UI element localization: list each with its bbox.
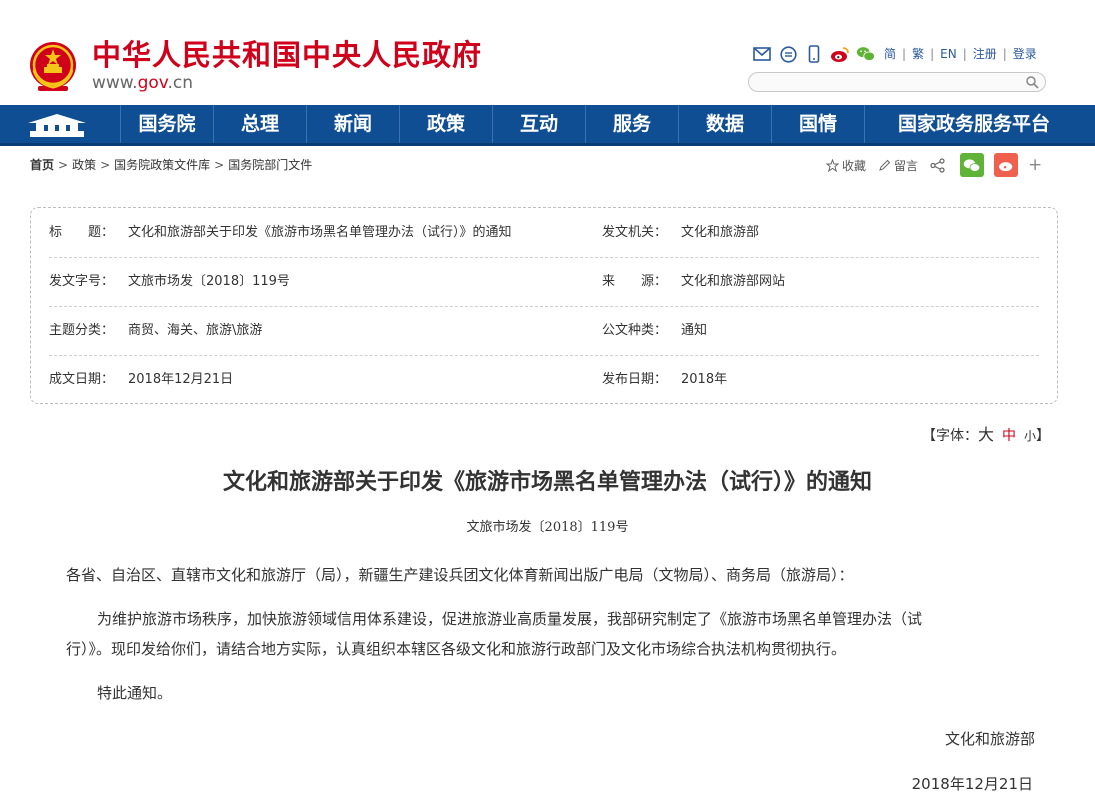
link-separator: |: [962, 47, 967, 61]
top-links: 简 | 繁 | EN | 注册 | 登录: [884, 46, 1037, 62]
nav-item-national-info[interactable]: 国情: [771, 105, 864, 143]
weibo-icon: [998, 162, 1012, 172]
search-input[interactable]: [759, 74, 1023, 94]
article-closing: 特此通知。: [97, 684, 173, 702]
font-size-medium[interactable]: 中: [1002, 428, 1016, 444]
main-nav: 国务院 总理 新闻 政策 互动 服务 数据 国情 国家政务服务平台: [0, 105, 1095, 146]
title-value: 文化和旅游部关于印发《旅游市场黑名单管理办法（试行）》的通知: [128, 225, 512, 240]
docno-label: 发文字号：: [49, 274, 115, 289]
site-url[interactable]: www.gov.cn: [92, 73, 193, 93]
breadcrumb-policy[interactable]: 政策: [72, 158, 96, 172]
breadcrumb-department-docs[interactable]: 国务院部门文件: [228, 158, 312, 172]
message-icon[interactable]: [778, 45, 798, 63]
nav-item-news[interactable]: 新闻: [306, 105, 399, 143]
article-doc-number: 文旅市场发〔2018〕119号: [466, 520, 629, 535]
site-url-domain: gov: [137, 73, 168, 93]
share-bar: 收藏 留言 +: [826, 152, 1042, 178]
wechat-icon: [963, 158, 981, 172]
nav-item-state-council[interactable]: 国务院: [120, 105, 213, 143]
topic-value: 商贸、海关、旅游\旅游: [128, 323, 263, 338]
written-date-label: 成文日期：: [49, 372, 115, 387]
mail-icon[interactable]: [752, 45, 772, 63]
font-size-switcher: 【字体：大中小】: [922, 426, 1050, 445]
register-link[interactable]: 注册: [973, 47, 997, 61]
article-body-line: 行）》。现印发给你们，请结合地方实际，认真组织本辖区各级文化和旅游行政部门及文化…: [66, 640, 847, 658]
nav-item-data[interactable]: 数据: [678, 105, 771, 143]
nav-item-premier[interactable]: 总理: [213, 105, 306, 143]
doc-type-value: 通知: [681, 323, 708, 338]
share-button[interactable]: [930, 157, 948, 173]
search-box: [748, 72, 1046, 94]
info-row: 发文字号： 文旅市场发〔2018〕119号 来 源： 文化和旅游部网站: [49, 257, 1039, 307]
nav-item-interaction[interactable]: 互动: [492, 105, 585, 143]
comment-button[interactable]: 留言: [878, 157, 918, 174]
weibo-icon[interactable]: [830, 45, 850, 63]
favorite-label: 收藏: [842, 158, 867, 173]
docno-value: 文旅市场发〔2018〕119号: [128, 274, 290, 289]
top-icon-bar: [752, 44, 876, 64]
wechat-share-button[interactable]: [960, 153, 985, 177]
font-size-prefix: 【字体：: [922, 428, 978, 444]
issuer-label: 发文机关：: [602, 225, 668, 240]
article-title: 文化和旅游部关于印发《旅游市场黑名单管理办法（试行）》的通知: [222, 470, 872, 495]
breadcrumb-policy-library[interactable]: 国务院政策文件库: [114, 158, 210, 172]
breadcrumb-home[interactable]: 首页: [30, 158, 54, 172]
breadcrumb-separator: >: [100, 158, 111, 172]
site-header: 中华人民共和国中央人民政府 www.gov.cn 简 | 繁 | EN | 注册 | 登录: [0, 0, 1095, 105]
national-emblem-icon[interactable]: [28, 40, 78, 92]
simplified-chinese-link[interactable]: 简: [884, 47, 896, 61]
search-icon[interactable]: [1025, 75, 1039, 89]
nav-item-services[interactable]: 服务: [585, 105, 678, 143]
english-link[interactable]: EN: [940, 47, 957, 61]
tiananmen-icon[interactable]: [24, 109, 90, 139]
login-link[interactable]: 登录: [1013, 47, 1037, 61]
breadcrumb: 首页 > 政策 > 国务院政策文件库 > 国务院部门文件: [30, 157, 312, 173]
document-info-box: 标 题： 文化和旅游部关于印发《旅游市场黑名单管理办法（试行）》的通知 发文机关…: [30, 207, 1058, 404]
nav-items: 国务院 总理 新闻 政策 互动 服务 数据 国情 国家政务服务平台: [120, 105, 1083, 143]
article-body-line: 为维护旅游市场秩序，加快旅游领域信用体系建设，促进旅游业高质量发展，我部研究制定…: [97, 610, 923, 628]
info-row: 标 题： 文化和旅游部关于印发《旅游市场黑名单管理办法（试行）》的通知 发文机关…: [49, 208, 1039, 258]
site-url-suffix: .cn: [167, 73, 194, 93]
site-url-prefix: www.: [92, 73, 138, 93]
font-size-suffix: 】: [1036, 428, 1051, 444]
source-label: 来 源：: [602, 274, 668, 289]
more-share-button[interactable]: +: [1028, 155, 1042, 175]
written-date-value: 2018年12月21日: [128, 372, 234, 387]
info-row: 主题分类： 商贸、海关、旅游\旅游 公文种类： 通知: [49, 306, 1039, 356]
wechat-icon[interactable]: [856, 45, 876, 63]
issuer-value: 文化和旅游部: [681, 225, 760, 240]
site-title[interactable]: 中华人民共和国中央人民政府: [92, 37, 482, 73]
link-separator: |: [902, 47, 907, 61]
topic-label: 主题分类：: [49, 323, 115, 338]
share-icon: [930, 157, 945, 173]
weibo-share-button[interactable]: [994, 153, 1019, 177]
font-size-large[interactable]: 大: [978, 425, 994, 444]
info-row: 成文日期： 2018年12月21日 发布日期： 2018年: [49, 355, 1039, 404]
traditional-chinese-link[interactable]: 繁: [912, 47, 924, 61]
article-signature: 文化和旅游部: [944, 730, 1035, 748]
favorite-button[interactable]: 收藏: [826, 157, 866, 174]
article-date: 2018年12月21日: [911, 775, 1033, 793]
mobile-icon[interactable]: [804, 45, 824, 63]
title-label: 标 题：: [49, 225, 115, 240]
link-separator: |: [1002, 47, 1007, 61]
font-size-small[interactable]: 小: [1024, 429, 1036, 443]
doc-type-label: 公文种类：: [602, 323, 668, 338]
nav-item-policy[interactable]: 政策: [399, 105, 492, 143]
pencil-icon: [879, 159, 891, 171]
link-separator: |: [930, 47, 935, 61]
published-date-label: 发布日期：: [602, 372, 668, 387]
source-value: 文化和旅游部网站: [681, 274, 786, 289]
nav-item-gov-service-platform[interactable]: 国家政务服务平台: [864, 105, 1083, 143]
article-recipients: 各省、自治区、直辖市文化和旅游厅（局），新疆生产建设兵团文化体育新闻出版广电局（…: [66, 566, 854, 584]
breadcrumb-separator: >: [214, 158, 225, 172]
published-date-value: 2018年: [681, 372, 728, 387]
comment-label: 留言: [894, 158, 919, 173]
star-icon: [826, 158, 839, 172]
breadcrumb-separator: >: [58, 158, 69, 172]
